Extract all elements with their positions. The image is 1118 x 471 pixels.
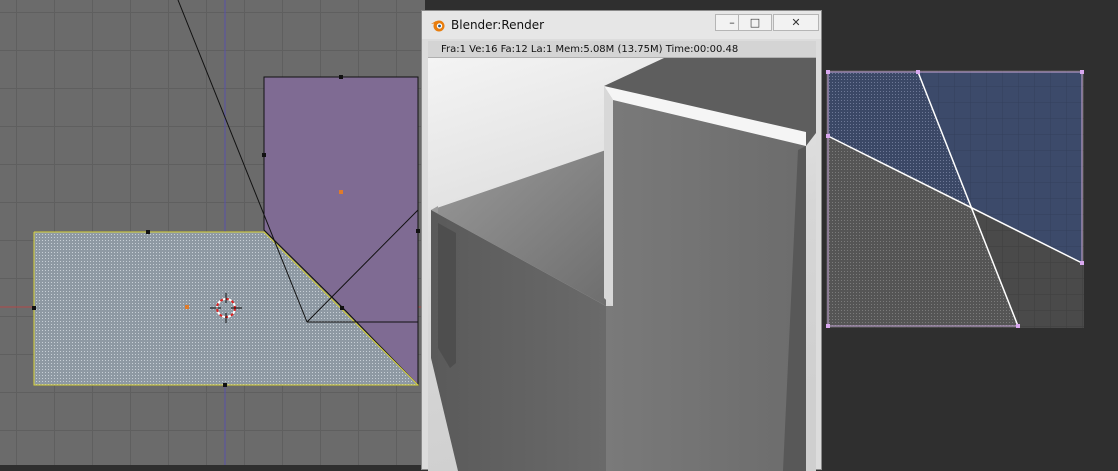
render-window-titlebar[interactable]: Blender:Render – □ ✕ [422, 11, 821, 39]
uv-vertex[interactable] [1080, 261, 1084, 265]
vertex[interactable] [146, 230, 150, 234]
vertex[interactable] [416, 229, 420, 233]
blender-logo-icon [431, 20, 445, 32]
face-center-dot [339, 190, 343, 194]
close-button[interactable]: ✕ [773, 14, 819, 31]
viewport-canvas[interactable] [0, 0, 425, 465]
render-image [428, 58, 816, 471]
render-window-title: Blender:Render [451, 18, 545, 32]
uv-vertex[interactable] [826, 70, 830, 74]
render-status-bar: Fra:1 Ve:16 Fa:12 La:1 Mem:5.08M (13.75M… [428, 41, 816, 58]
vertex[interactable] [340, 306, 344, 310]
vertex[interactable] [262, 153, 266, 157]
vertex[interactable] [339, 75, 343, 79]
uv-vertex[interactable] [826, 324, 830, 328]
uv-vertex[interactable] [826, 134, 830, 138]
3d-viewport[interactable] [0, 0, 425, 465]
vertex[interactable] [32, 306, 36, 310]
vertex[interactable] [223, 383, 227, 387]
object-origin-dot [185, 305, 189, 309]
uv-vertex[interactable] [916, 70, 920, 74]
render-window[interactable]: Blender:Render – □ ✕ Fra:1 Ve:16 Fa:12 L… [421, 10, 822, 471]
uv-editor-canvas[interactable] [826, 70, 1084, 328]
uv-vertex[interactable] [1080, 70, 1084, 74]
maximize-button[interactable]: □ [738, 14, 772, 31]
uv-vertex[interactable] [1016, 324, 1020, 328]
